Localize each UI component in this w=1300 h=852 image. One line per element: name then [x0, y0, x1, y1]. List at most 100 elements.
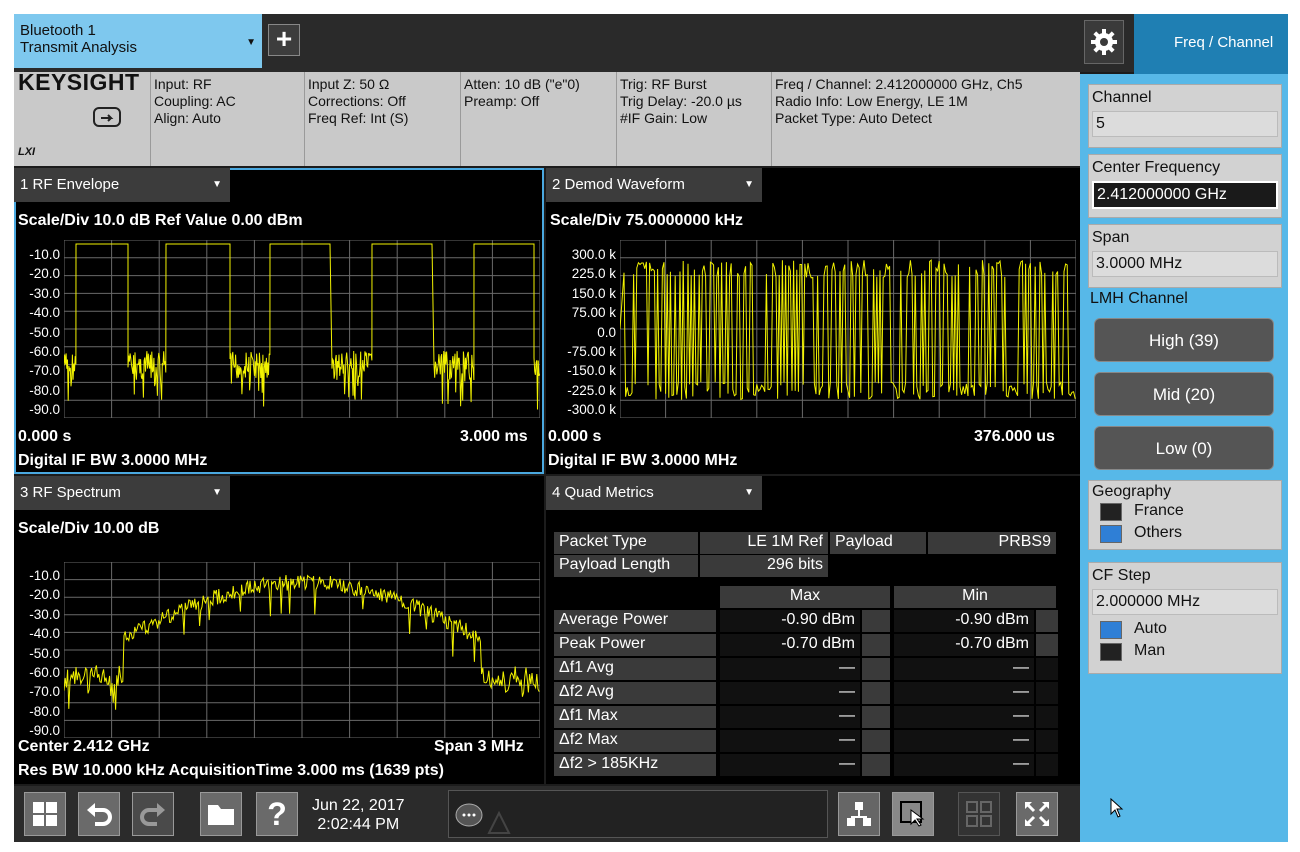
input-info[interactable]: Input: RF Coupling: AC Align: Auto [154, 76, 236, 127]
info-trig: Trig: RF Burst [620, 76, 707, 92]
rf-envelope-plot[interactable] [63, 239, 541, 419]
x-start-label: 0.000 s [548, 428, 602, 445]
y-tick-label: -60.0 [29, 665, 60, 680]
time-label: 2:02:44 PM [317, 816, 400, 833]
option-label: France [1134, 502, 1184, 519]
demod-waveform-pane[interactable]: 2 Demod Waveform ▼ Scale/Div 75.0000000 k… [546, 168, 1080, 474]
trigger-info[interactable]: Trig: RF Burst Trig Delay: -20.0 µs #IF … [620, 76, 742, 127]
pane-tab-quad-metrics[interactable]: 4 Quad Metrics ▼ [546, 476, 762, 510]
geography-others-option[interactable]: Others [1092, 523, 1278, 545]
freq-channel-tab[interactable]: Freq / Channel [1134, 14, 1288, 74]
maximize-icon[interactable] [1016, 792, 1058, 836]
y-tick-label: 225.0 k [571, 266, 616, 282]
divider [150, 72, 151, 166]
mouse-cursor-icon [1110, 797, 1124, 823]
center-frequency-control[interactable]: Center Frequency 2.412000000 GHz [1088, 154, 1282, 218]
payload-value: PRBS9 [928, 532, 1056, 554]
lmh-low-button[interactable]: Low (0) [1094, 426, 1274, 470]
scale-label: Scale/Div 10.00 dB [18, 520, 160, 537]
metric-gap [862, 706, 890, 728]
metric-name: Δf1 Max [554, 706, 716, 728]
y-tick-label: -10.0 [29, 247, 60, 262]
pane-title: 2 Demod Waveform [552, 176, 685, 193]
lmh-mid-button[interactable]: Mid (20) [1094, 372, 1274, 416]
span-field[interactable]: 3.0000 MHz [1092, 251, 1278, 277]
metric-gap [1036, 634, 1058, 656]
windows-start-icon[interactable] [24, 792, 66, 836]
y-tick-label: 300.0 k [571, 247, 616, 262]
metric-max: — [720, 706, 860, 728]
message-bar[interactable] [448, 790, 828, 838]
mode-tab[interactable]: Bluetooth 1 Transmit Analysis ▼ [14, 14, 262, 68]
pane-tab-rf-envelope[interactable]: 1 RF Envelope ▼ [14, 168, 230, 202]
metric-name: Average Power [554, 610, 716, 632]
info-bar: KEYSIGHT LXI Input: RF Coupling: AC Alig… [14, 69, 1080, 166]
demod-waveform-plot[interactable] [619, 239, 1077, 419]
metric-gap [1036, 658, 1058, 680]
lmh-high-button[interactable]: High (39) [1094, 318, 1274, 362]
y-tick-label: -30.0 [29, 285, 60, 301]
cf-step-control[interactable]: CF Step 2.000000 MHz Auto Man [1088, 562, 1282, 674]
redo-icon[interactable] [132, 792, 174, 836]
span-control[interactable]: Span 3.0000 MHz [1088, 224, 1282, 288]
input-z-info[interactable]: Input Z: 50 Ω Corrections: Off Freq Ref:… [308, 76, 408, 127]
geography-control[interactable]: Geography France Others [1088, 480, 1282, 550]
metric-min: — [894, 658, 1034, 680]
option-label: Man [1134, 642, 1166, 659]
freq-info[interactable]: Freq / Channel: 2.412000000 GHz, Ch5 Rad… [775, 76, 1077, 127]
help-icon[interactable]: ? [256, 792, 298, 836]
radio-indicator [1100, 643, 1122, 661]
cf-step-auto-option[interactable]: Auto [1092, 619, 1278, 641]
divider [616, 72, 617, 166]
y-tick-label: -300.0 k [567, 402, 616, 418]
remote-control-icon[interactable] [92, 106, 122, 132]
divider [304, 72, 305, 166]
metric-gap [1036, 754, 1058, 776]
info-input-z: Input Z: 50 Ω [308, 76, 390, 92]
scale-label: Scale/Div 75.0000000 kHz [550, 212, 744, 229]
channel-control[interactable]: Channel 5 [1088, 84, 1282, 148]
rf-spectrum-plot[interactable] [63, 561, 541, 739]
y-tick-label: -50.0 [29, 324, 60, 340]
info-freq-ref: Freq Ref: Int (S) [308, 110, 409, 126]
packet-type-label: Packet Type [554, 532, 698, 554]
brand-logo: KEYSIGHT [18, 69, 140, 95]
add-screen-button[interactable]: + [268, 24, 300, 56]
lxi-logo: LXI [18, 146, 36, 158]
geography-france-option[interactable]: France [1092, 501, 1278, 523]
info-coupling: Coupling: AC [154, 93, 236, 109]
multi-window-icon[interactable] [838, 792, 880, 836]
rf-spectrum-pane[interactable]: 3 RF Spectrum ▼ Scale/Div 10.00 dB -10.0 -… [14, 476, 544, 784]
metric-gap [862, 754, 890, 776]
rf-envelope-pane[interactable]: 1 RF Envelope ▼ Scale/Div 10.0 dB Ref Val… [14, 168, 544, 474]
y-tick-label: -40.0 [29, 305, 60, 321]
cf-step-field[interactable]: 2.000000 MHz [1092, 589, 1278, 615]
center-frequency-field[interactable]: 2.412000000 GHz [1092, 181, 1278, 209]
metric-max: — [720, 682, 860, 704]
atten-info[interactable]: Atten: 10 dB ("e"0) Preamp: Off [464, 76, 580, 110]
touch-select-icon[interactable] [892, 792, 934, 836]
folder-icon[interactable] [200, 792, 242, 836]
pane-title: 4 Quad Metrics [552, 484, 654, 501]
geography-label: Geography [1092, 483, 1172, 500]
channel-field[interactable]: 5 [1092, 111, 1278, 137]
y-tick-label: -20.0 [29, 587, 60, 603]
pane-tab-rf-spectrum[interactable]: 3 RF Spectrum ▼ [14, 476, 230, 510]
pane-tab-demod-waveform[interactable]: 2 Demod Waveform ▼ [546, 168, 762, 202]
settings-gear-icon[interactable] [1084, 20, 1124, 64]
y-tick-label: 75.00 k [571, 305, 616, 321]
cf-step-man-option[interactable]: Man [1092, 641, 1278, 663]
info-input: Input: RF [154, 76, 212, 92]
radio-indicator [1100, 525, 1122, 543]
date-label: Jun 22, 2017 [312, 797, 405, 814]
x-end-label: 3.000 ms [460, 428, 528, 445]
analyzer-window: Bluetooth 1 Transmit Analysis ▼ + Freq /… [14, 14, 1288, 842]
metric-name: Δf2 Avg [554, 682, 716, 704]
cf-step-label: CF Step [1092, 567, 1151, 584]
center-freq-label: Center 2.412 GHz [18, 738, 150, 755]
undo-icon[interactable] [78, 792, 120, 836]
layout-grid-icon[interactable] [958, 792, 1000, 836]
metric-name: Δf1 Avg [554, 658, 716, 680]
y-tick-label: -10.0 [29, 568, 60, 583]
y-tick-label: -20.0 [29, 266, 60, 282]
